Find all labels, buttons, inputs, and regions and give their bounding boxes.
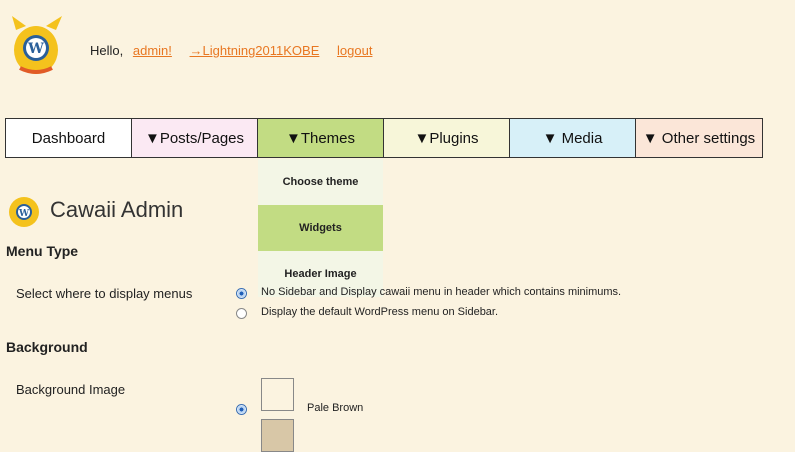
menu-type-heading: Menu Type	[6, 243, 79, 259]
pale-brown-swatch	[261, 378, 294, 411]
dropdown-choose-theme[interactable]: Choose theme	[258, 159, 383, 205]
svg-text:W: W	[18, 209, 30, 219]
menu-other-settings[interactable]: ▼ Other settings	[636, 119, 762, 157]
svg-text:W: W	[27, 41, 44, 57]
menu-dashboard[interactable]: Dashboard	[6, 119, 132, 157]
logout-link[interactable]: logout	[337, 43, 372, 58]
page-title: Cawaii Admin	[50, 197, 184, 222]
menu-media[interactable]: ▼ Media	[510, 119, 636, 157]
user-bar: Hello, admin! →Lightning2011KOBE logout	[90, 43, 372, 58]
page-header: W Cawaii Admin	[6, 192, 183, 228]
dropdown-widgets[interactable]: Widgets	[258, 205, 383, 251]
themes-dropdown: Choose theme Widgets Header Image	[258, 159, 383, 297]
menu-plugins[interactable]: ▼Plugins	[384, 119, 510, 157]
hello-text: Hello,	[90, 43, 124, 58]
menu-type-label: Select where to display menus	[16, 286, 193, 301]
background-image-label: Background Image	[16, 382, 126, 397]
menu-type-radio-1[interactable]	[236, 288, 247, 299]
wapuu-logo[interactable]: W	[6, 10, 66, 78]
main-menu: Dashboard ▼Posts/Pages ▼Themes ▼Plugins …	[5, 118, 763, 158]
wapuu-icon: W	[9, 197, 39, 227]
background-heading: Background	[6, 339, 88, 355]
background-radio-1[interactable]	[236, 404, 247, 415]
menu-type-option-1: No Sidebar and Display cawaii menu in he…	[261, 286, 622, 298]
brown-swatch	[261, 419, 294, 452]
site-link[interactable]: →Lightning2011KOBE	[190, 43, 320, 58]
menu-type-radio-2[interactable]	[236, 308, 247, 319]
background-option-1: Pale Brown	[307, 402, 364, 414]
user-link[interactable]: admin!	[133, 43, 172, 58]
menu-posts-pages[interactable]: ▼Posts/Pages	[132, 119, 258, 157]
menu-type-option-2: Display the default WordPress menu on Si…	[261, 306, 499, 318]
menu-themes[interactable]: ▼Themes	[258, 119, 384, 157]
